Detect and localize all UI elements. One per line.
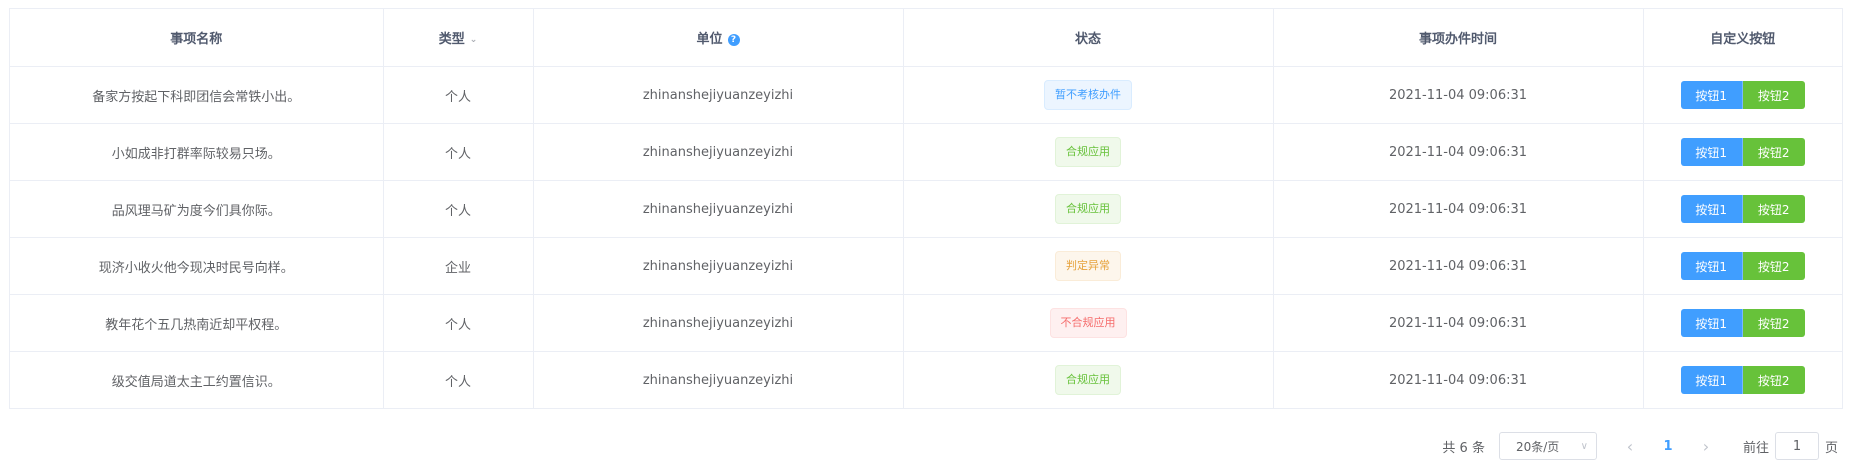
button-1[interactable]: 按钮1 [1680, 309, 1743, 337]
cell-type: 个人 [383, 123, 534, 181]
header-type[interactable]: 类型 ⌄ [383, 9, 534, 67]
button-group: 按钮1 按钮2 [1680, 366, 1805, 394]
status-badge: 合规应用 [1055, 365, 1121, 395]
page-number-current[interactable]: 1 [1649, 439, 1687, 454]
cell-unit: zhinanshejiyuanzeyizhi [533, 180, 904, 238]
cell-type: 个人 [383, 351, 534, 408]
chevron-right-icon[interactable]: › [1687, 437, 1725, 456]
cell-actions: 按钮1 按钮2 [1643, 294, 1842, 352]
page-size-value: 20条/页 [1515, 439, 1560, 454]
cell-unit: zhinanshejiyuanzeyizhi [533, 294, 904, 352]
header-time: 事项办件时间 [1273, 9, 1644, 67]
cell-actions: 按钮1 按钮2 [1643, 66, 1842, 124]
cell-time: 2021-11-04 09:06:31 [1273, 180, 1644, 238]
table-row: 品风理马矿为度今们具你际。 个人 zhinanshejiyuanzeyizhi … [10, 180, 1842, 238]
table-row: 级交值局道太主工约置信识。 个人 zhinanshejiyuanzeyizhi … [10, 351, 1842, 409]
cell-time: 2021-11-04 09:06:31 [1273, 123, 1644, 181]
table-header-row: 事项名称 类型 ⌄ 单位? 状态 事项办件时间 自定义按钮 [10, 9, 1842, 67]
cell-time: 2021-11-04 09:06:31 [1273, 66, 1644, 124]
button-1[interactable]: 按钮1 [1680, 252, 1743, 280]
button-2[interactable]: 按钮2 [1742, 195, 1805, 223]
cell-time: 2021-11-04 09:06:31 [1273, 351, 1644, 408]
cell-unit: zhinanshejiyuanzeyizhi [533, 66, 904, 124]
header-custom-label: 自定义按钮 [1710, 32, 1776, 47]
data-table: 事项名称 类型 ⌄ 单位? 状态 事项办件时间 自定义按钮 备家方按起下科即团信会… [9, 8, 1843, 409]
goto-label: 前往 [1742, 440, 1769, 456]
cell-unit: zhinanshejiyuanzeyizhi [533, 237, 904, 295]
table-row: 备家方按起下科即团信会常铁小出。 个人 zhinanshejiyuanzeyiz… [10, 66, 1842, 124]
cell-actions: 按钮1 按钮2 [1643, 352, 1842, 409]
cell-name: 品风理马矿为度今们具你际。 [10, 180, 384, 238]
status-badge: 不合规应用 [1049, 308, 1127, 338]
table-row: 小如成非打群率际较易只场。 个人 zhinanshejiyuanzeyizhi … [10, 123, 1842, 181]
table: 事项名称 类型 ⌄ 单位? 状态 事项办件时间 自定义按钮 备家方按起下科即团信会… [10, 9, 1842, 408]
chevron-down-icon: ∨ [1580, 440, 1588, 452]
header-unit-label: 单位 [696, 32, 723, 47]
cell-unit: zhinanshejiyuanzeyizhi [533, 123, 904, 181]
button-2[interactable]: 按钮2 [1742, 81, 1805, 109]
button-group: 按钮1 按钮2 [1680, 81, 1805, 109]
cell-type: 个人 [383, 180, 534, 238]
header-custom: 自定义按钮 [1643, 9, 1842, 67]
table-row: 现济小收火他今现决时民号向样。 企业 zhinanshejiyuanzeyizh… [10, 237, 1842, 295]
status-badge: 判定异常 [1055, 251, 1121, 281]
button-1[interactable]: 按钮1 [1680, 195, 1743, 223]
caret-down-icon[interactable]: ⌄ [470, 35, 478, 45]
header-type-label: 类型 [438, 32, 465, 47]
button-2[interactable]: 按钮2 [1742, 252, 1805, 280]
question-circle-icon[interactable]: ? [727, 33, 740, 46]
button-2[interactable]: 按钮2 [1742, 138, 1805, 166]
cell-status: 合规应用 [903, 351, 1274, 408]
button-2[interactable]: 按钮2 [1742, 366, 1805, 394]
cell-status: 判定异常 [903, 237, 1274, 295]
goto-page-input[interactable] [1774, 432, 1819, 460]
cell-actions: 按钮1 按钮2 [1643, 237, 1842, 295]
button-1[interactable]: 按钮1 [1680, 81, 1743, 109]
status-badge: 暂不考核办件 [1044, 80, 1132, 110]
pagination: 共 6 条 20条/页 ∨ ‹ 1 › 前往 页 [1442, 432, 1838, 460]
cell-name: 现济小收火他今现决时民号向样。 [10, 237, 384, 295]
cell-name: 备家方按起下科即团信会常铁小出。 [10, 66, 384, 124]
header-name-label: 事项名称 [170, 32, 223, 47]
button-group: 按钮1 按钮2 [1680, 195, 1805, 223]
header-name: 事项名称 [10, 9, 384, 67]
button-group: 按钮1 按钮2 [1680, 252, 1805, 280]
pagination-total: 共 6 条 [1442, 440, 1485, 456]
header-status: 状态 [903, 9, 1274, 67]
cell-time: 2021-11-04 09:06:31 [1273, 237, 1644, 295]
cell-status: 合规应用 [903, 180, 1274, 238]
button-group: 按钮1 按钮2 [1680, 138, 1805, 166]
button-group: 按钮1 按钮2 [1680, 309, 1805, 337]
status-badge: 合规应用 [1055, 137, 1121, 167]
status-badge: 合规应用 [1055, 194, 1121, 224]
cell-type: 个人 [383, 66, 534, 124]
chevron-left-icon[interactable]: ‹ [1611, 437, 1649, 456]
page-size-select[interactable]: 20条/页 ∨ [1498, 432, 1597, 460]
cell-name: 小如成非打群率际较易只场。 [10, 123, 384, 181]
cell-type: 个人 [383, 294, 534, 352]
cell-actions: 按钮1 按钮2 [1643, 123, 1842, 181]
header-unit: 单位? [533, 9, 904, 67]
cell-status: 不合规应用 [903, 294, 1274, 352]
cell-name: 级交值局道太主工约置信识。 [10, 351, 384, 408]
header-time-label: 事项办件时间 [1418, 32, 1497, 47]
button-1[interactable]: 按钮1 [1680, 366, 1743, 394]
page-suffix-label: 页 [1824, 440, 1838, 456]
table-row: 教年花个五几热南近却平权程。 个人 zhinanshejiyuanzeyizhi… [10, 294, 1842, 352]
cell-actions: 按钮1 按钮2 [1643, 180, 1842, 238]
cell-unit: zhinanshejiyuanzeyizhi [533, 351, 904, 408]
cell-time: 2021-11-04 09:06:31 [1273, 294, 1644, 352]
button-2[interactable]: 按钮2 [1742, 309, 1805, 337]
cell-status: 合规应用 [903, 123, 1274, 181]
cell-name: 教年花个五几热南近却平权程。 [10, 294, 384, 352]
header-status-label: 状态 [1074, 32, 1101, 47]
cell-type: 企业 [383, 237, 534, 295]
button-1[interactable]: 按钮1 [1680, 138, 1743, 166]
cell-status: 暂不考核办件 [903, 66, 1274, 124]
